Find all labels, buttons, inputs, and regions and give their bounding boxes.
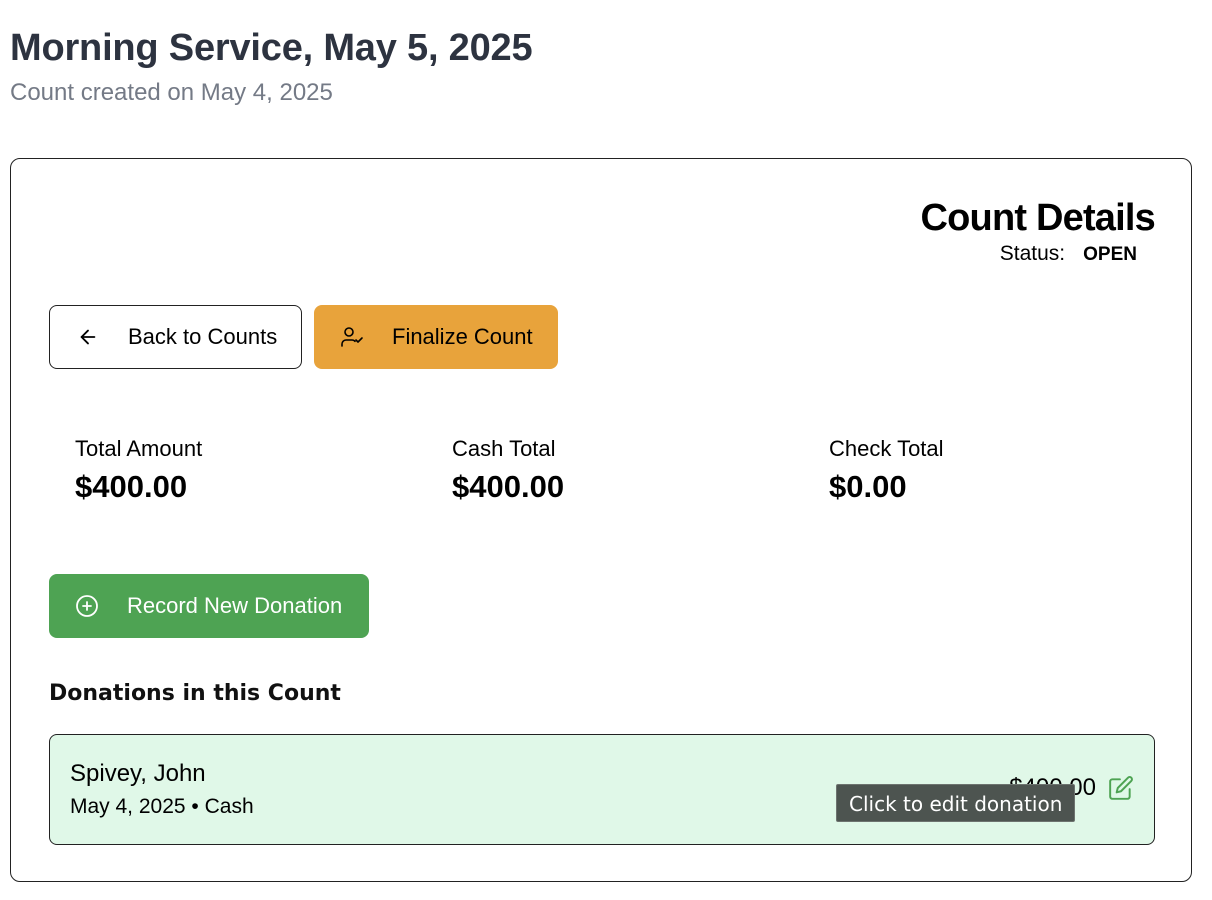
status-badge: OPEN bbox=[1083, 244, 1137, 265]
donations-section-title: Donations in this Count bbox=[49, 681, 341, 706]
stat-value: $400.00 bbox=[452, 469, 565, 504]
details-title: Count Details bbox=[920, 197, 1155, 239]
stat-label: Total Amount bbox=[75, 436, 203, 461]
edit-donation-tooltip: Click to edit donation bbox=[836, 784, 1076, 822]
stat-total-amount: Total Amount $400.00 bbox=[75, 435, 375, 507]
page-subtitle: Count created on May 4, 2025 bbox=[10, 79, 333, 106]
stat-cash-total: Cash Total $400.00 bbox=[452, 435, 752, 507]
stat-check-total: Check Total $0.00 bbox=[829, 435, 1129, 507]
edit-icon[interactable] bbox=[1108, 775, 1134, 801]
donation-list-item[interactable]: Spivey, John May 4, 2025 • Cash $400.00 … bbox=[49, 734, 1155, 845]
stat-value: $0.00 bbox=[829, 469, 907, 504]
record-button-label: Record New Donation bbox=[127, 593, 343, 618]
user-check-icon bbox=[340, 325, 364, 349]
page-title: Morning Service, May 5, 2025 bbox=[10, 27, 533, 69]
finalize-button-label: Finalize Count bbox=[392, 324, 533, 349]
donor-name: Spivey, John bbox=[70, 760, 206, 787]
finalize-count-button[interactable]: Finalize Count bbox=[314, 305, 558, 369]
back-button-label: Back to Counts bbox=[128, 324, 278, 349]
details-header: Count Details Status: OPEN bbox=[920, 195, 1155, 268]
back-to-counts-button[interactable]: Back to Counts bbox=[49, 305, 302, 369]
page-header: Morning Service, May 5, 2025 Count creat… bbox=[10, 24, 533, 108]
count-details-card: Count Details Status: OPEN Back to Counts… bbox=[10, 158, 1192, 882]
record-new-donation-button[interactable]: Record New Donation bbox=[49, 574, 369, 638]
stat-label: Cash Total bbox=[452, 436, 556, 461]
status-label: Status: bbox=[999, 242, 1066, 265]
status-line: Status: OPEN bbox=[920, 241, 1155, 268]
stat-label: Check Total bbox=[829, 436, 944, 461]
stat-value: $400.00 bbox=[75, 469, 188, 504]
arrow-left-icon bbox=[76, 325, 100, 349]
plus-circle-icon bbox=[75, 594, 99, 618]
donation-meta: May 4, 2025 • Cash bbox=[70, 795, 254, 818]
